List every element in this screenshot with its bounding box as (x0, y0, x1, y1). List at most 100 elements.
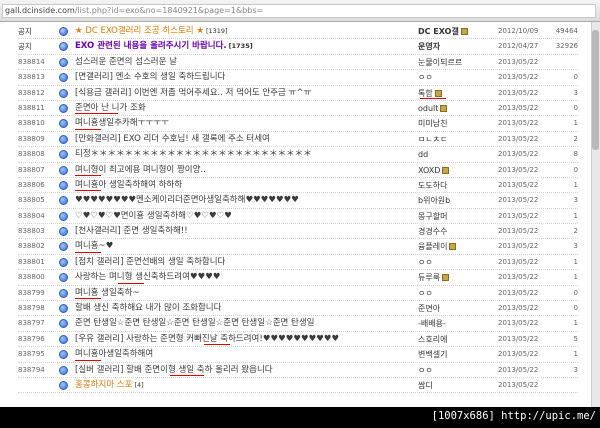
table-row[interactable]: 838796 [우유 갤러리] 사랑하는 준면형 커빠진날 축하드려여!♥♥♥♥♥… (18, 332, 578, 348)
gallog-icon[interactable] (440, 104, 448, 112)
post-title-text: [실버 갤러리] 할배 준면이형 생일 축하 올리러 왔읍니다 (75, 364, 273, 375)
table-row[interactable]: 838807 며니형이 최고에용 며니형이 짱이양.. XOXD 2013/05/22… (18, 163, 578, 178)
table-row[interactable]: 838809 [만화갤러리] EXO 리더 수호님! 새 갤록에 주소 터세여 ㅁㄴ… (18, 132, 578, 148)
author-name: ㅇㅇ (418, 288, 433, 298)
post-number: 838800 (18, 273, 45, 282)
post-title-link[interactable]: 며니횽생일추카해ㅜㅜㅜㅜ (75, 116, 415, 131)
post-title-link[interactable]: 며니횽 생일축하~ (75, 286, 415, 301)
post-author[interactable]: ㅇㅇ (418, 286, 488, 301)
post-author[interactable]: 스호리에 (418, 332, 488, 347)
post-author[interactable]: 듀루룩 (418, 270, 488, 285)
post-title-link[interactable]: 준면 탄생일☆준면 탄생일☆준면 탄생일☆준면 탄생일☆준면 탄생일 (75, 316, 415, 331)
post-title-link[interactable]: ♡♥♡♥♡♥면이횽 생일축하해♡♥♡♥♡♥ (75, 209, 415, 224)
table-row[interactable]: 838800 사랑하는 며니형 생신축하드려여♥♥♥♥ 듀루룩 2013/05/22 1 (18, 270, 578, 286)
post-author[interactable]: -배배용- (418, 316, 488, 331)
post-title-link[interactable]: [천사갤러리] 준면 생일축하해!! (75, 224, 415, 239)
post-title-link[interactable]: [점치 갤러리] 준면선배의 생일 축하합니다 (75, 255, 415, 270)
post-title-link[interactable]: [우유 갤러리] 사랑하는 준면형 커빠진날 축하드려여!♥♥♥♥♥♥♥♥♥♥ (75, 332, 415, 347)
gallog-icon[interactable] (460, 28, 468, 35)
author-name: odult (418, 103, 439, 113)
table-row[interactable]: 838805 ♥♥♥♥♥♥♥♥멘소케이리더준면아생일축하해♥♥♥♥♥♥♥ b위아원b… (18, 193, 578, 209)
post-title-link[interactable]: [식용금 갤러리] 이번엔 저좀 먹어주세요.. 저 먹어도 안주금 ㅠ^ㅠ (75, 86, 415, 101)
post-title-text: [만화갤러리] EXO 리더 수호님! 새 갤록에 주소 터세여 (75, 133, 270, 144)
post-title-text: 사랑하는 며니형 생신축하드려여♥♥♥♥ (75, 272, 221, 283)
post-title-link[interactable]: 며니횽아 생일축하해여 하하하 (75, 178, 415, 193)
table-row[interactable]: 838795 며니횽아생일축하해여 변백셀기 2013/05/22 1 (18, 347, 578, 363)
post-author[interactable]: ㅇㅇ (418, 70, 488, 85)
post-title-link[interactable]: [면갤러리] 멘소 수호의 생일 축하드립니다 (75, 70, 415, 85)
post-title-link[interactable]: 티정＊＊＊＊＊＊＊＊＊＊＊＊＊＊＊＊＊＊＊＊＊＊＊＊＊＊ (75, 147, 415, 162)
scrollbar-thumb[interactable] (592, 30, 599, 150)
post-author[interactable]: odult (418, 101, 488, 116)
post-type-icon (59, 42, 68, 52)
post-date: 2013/05/22 (498, 119, 539, 128)
table-row[interactable]: 838808 티정＊＊＊＊＊＊＊＊＊＊＊＊＊＊＊＊＊＊＊＊＊＊＊＊＊＊ dd 2013… (18, 147, 578, 163)
gallog-icon[interactable] (442, 166, 450, 174)
notice-row[interactable]: 공지 ★ DC EXO갤러리 조공 히스토리 ★ [1319] DC EXO갤 2012… (18, 24, 578, 40)
gallog-icon[interactable] (434, 89, 442, 97)
post-title-text: 준면아 난 니가 조화 (75, 102, 146, 113)
table-row[interactable]: 838812 [식용금 갤러리] 이번엔 저좀 먹어주세요.. 저 먹어도 안주금… (18, 86, 578, 101)
post-author[interactable]: dd (418, 147, 488, 162)
post-date: 2013/05/22 (498, 211, 539, 220)
gallog-icon[interactable] (449, 243, 457, 251)
post-author[interactable]: 눈물이되르르 (418, 55, 488, 70)
post-type-icon (59, 57, 68, 67)
red-underline-mark (75, 190, 101, 192)
post-title-link[interactable]: 홍콩하지마 스포 [4] (75, 378, 415, 393)
author-name: b위아원b (418, 196, 451, 206)
url-input[interactable]: gall.dcinside.com/list.php?id=exo&no=184… (2, 4, 596, 18)
post-author[interactable]: ㅇㅇ (418, 363, 488, 378)
post-title-link[interactable]: 할배 생신 축하해요 내가 많이 조화합니다 (75, 301, 415, 316)
post-title-link[interactable]: [실버 갤러리] 할배 준면이형 생일 축하 올리러 왔읍니다 (75, 363, 415, 378)
post-title-link[interactable]: 며니형이 최고에용 며니형이 짱이양.. (75, 163, 415, 178)
post-type-icon (59, 103, 68, 113)
table-row[interactable]: 838804 ♡♥♡♥♡♥면이횽 생일축하해♡♥♡♥♡♥ 몽구할머 2013/05/2… (18, 209, 578, 225)
post-number: 838798 (18, 304, 45, 313)
post-title-text: 며니횽~♥ (75, 241, 114, 252)
author-name: DC EXO갤 (418, 27, 459, 36)
table-row[interactable]: 838813 [면갤러리] 멘소 수호의 생일 축하드립니다 ㅇㅇ 2013/05/2… (18, 70, 578, 86)
post-author[interactable]: ㅇㅇ (418, 255, 488, 270)
table-row[interactable]: 838798 할배 생신 축하해요 내가 많이 조화합니다 준면아 2013/05/2… (18, 301, 578, 317)
post-author[interactable]: b위아원b (418, 193, 488, 208)
post-type-icon (59, 211, 68, 221)
table-row[interactable]: 838801 [점치 갤러리] 준면선배의 생일 축하합니다 ㅇㅇ 2013/05/2… (18, 255, 578, 271)
table-row[interactable]: 838802 며니횽~♥ 융플레이 2013/05/22 3 (18, 239, 578, 255)
post-type-icon (59, 334, 68, 344)
gallog-icon[interactable] (442, 274, 450, 282)
post-author[interactable]: 경경수수 (418, 224, 488, 239)
post-title-link[interactable]: 준면아 난 니가 조화 (75, 101, 415, 116)
post-title-link[interactable]: 며니횽~♥ (75, 239, 415, 254)
post-title-text: 티정＊＊＊＊＊＊＊＊＊＊＊＊＊＊＊＊＊＊＊＊＊＊＊＊＊＊ (75, 149, 312, 160)
post-title-link[interactable]: 섬스러운 준면의 섬스러운 날 (75, 55, 415, 70)
post-author[interactable]: 융플레이 (418, 239, 488, 254)
post-title-link[interactable]: 며니횽아생일축하해여 (75, 347, 415, 362)
table-row[interactable]: 838810 며니횽생일추카해ㅜㅜㅜㅜ 미미남친 2013/05/22 1 (18, 116, 578, 132)
notice-row[interactable]: 공지 EXO 관련된 내용을 올려주시기 바랍니다. [1735] 운영자 2012/0… (18, 39, 578, 55)
post-author[interactable]: 준면아 (418, 301, 488, 316)
post-author[interactable]: 쌈디 (418, 378, 488, 393)
post-author[interactable]: XOXD (418, 163, 488, 178)
post-author[interactable]: 운영자 (418, 39, 488, 54)
table-row[interactable]: 838794 [실버 갤러리] 할배 준면이형 생일 축하 올리러 왔읍니다 ㅇㅇ 2… (18, 363, 578, 378)
table-row[interactable]: 홍콩하지마 스포 [4] 쌈디 2013/05/22 (18, 378, 578, 394)
post-title-link[interactable]: ♥♥♥♥♥♥♥♥멘소케이리더준면아생일축하해♥♥♥♥♥♥♥ (75, 193, 415, 208)
table-row[interactable]: 838814 섬스러운 준면의 섬스러운 날 눈물이되르르 2013/05/22 (18, 55, 578, 71)
table-row[interactable]: 838811 준면아 난 니가 조화 odult 2013/05/22 0 (18, 101, 578, 117)
post-title-link[interactable]: [만화갤러리] EXO 리더 수호님! 새 갤록에 주소 터세여 (75, 132, 415, 147)
post-author[interactable]: 미미남친 (418, 116, 488, 131)
table-row[interactable]: 838799 며니횽 생일축하~ ㅇㅇ 2013/05/22 0 (18, 286, 578, 302)
post-number: 838807 (18, 165, 45, 174)
post-author[interactable]: ㅁㄴㅊㄷ (418, 132, 488, 147)
post-author[interactable]: 도도하다 (418, 178, 488, 193)
post-author[interactable]: 몽구할머 (418, 209, 488, 224)
table-row[interactable]: 838806 며니횽아 생일축하해여 하하하 도도하다 2013/05/22 1 (18, 178, 578, 194)
table-row[interactable]: 838803 [천사갤러리] 준면 생일축하해!! 경경수수 2013/05/22 2 (18, 224, 578, 240)
post-title-link[interactable]: EXO 관련된 내용을 올려주시기 바랍니다. [1735] (75, 39, 415, 54)
post-date: 2013/05/22 (498, 319, 539, 328)
post-author[interactable]: 변백셀기 (418, 347, 488, 362)
post-title-link[interactable]: ★ DC EXO갤러리 조공 히스토리 ★ [1319] (75, 24, 415, 39)
post-author[interactable]: DC EXO갤 (418, 24, 488, 39)
table-row[interactable]: 838797 준면 탄생일☆준면 탄생일☆준면 탄생일☆준면 탄생일☆준면 탄생일… (18, 316, 578, 332)
